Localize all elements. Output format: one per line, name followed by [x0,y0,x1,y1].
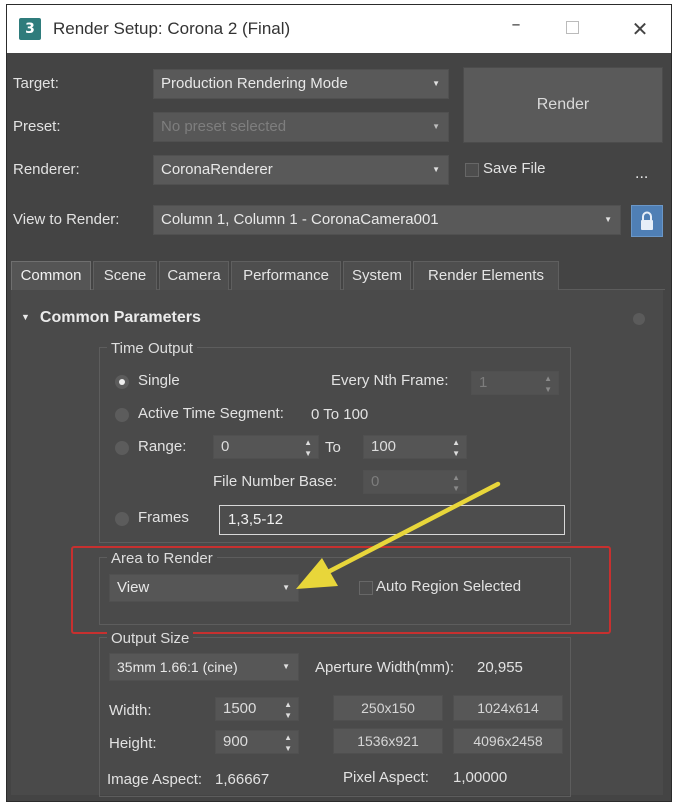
file-number-base-spinner[interactable]: 0 ▲ ▼ [363,470,467,494]
active-time-segment-label: Active Time Segment: [138,405,284,422]
chevron-down-icon: ▼ [282,662,290,671]
renderer-value: CoronaRenderer [161,161,273,178]
active-time-segment-radio[interactable] [115,408,129,422]
rollout-handle-icon [633,313,645,325]
range-end-value: 100 [371,438,397,455]
time-output-title: Time Output [107,340,197,357]
chevron-down-icon: ▼ [432,122,440,131]
file-number-base-value: 0 [371,473,380,490]
single-label: Single [138,372,180,389]
area-to-render-highlight-box [71,546,611,634]
width-value: 1500 [223,700,257,717]
frames-radio[interactable] [115,512,129,526]
spinner-arrows-icon: ▲ ▼ [284,700,292,720]
maximize-icon [565,21,579,34]
height-value: 900 [223,733,249,750]
chevron-down-icon: ▼ [432,79,440,88]
preset-label: Preset: [13,118,61,135]
render-button[interactable]: Render [463,67,663,143]
renderer-label: Renderer: [13,161,80,178]
tab-performance[interactable]: Performance [231,261,341,290]
spinner-arrows-icon: ▲ ▼ [284,733,292,753]
view-to-render-value: Column 1, Column 1 - CoronaCamera001 [161,211,439,228]
maximize-button[interactable] [559,17,585,41]
window-title: Render Setup: Corona 2 (Final) [53,19,291,38]
render-setup-window: 3 Render Setup: Corona 2 (Final) – ✕ Tar… [6,4,672,802]
target-dropdown[interactable]: Production Rendering Mode ▼ [153,69,449,99]
range-radio[interactable] [115,441,129,455]
tab-render-elements[interactable]: Render Elements [413,261,559,290]
save-file-browse-button[interactable]: ... [635,165,648,183]
range-end-spinner[interactable]: 100 ▲ ▼ [363,435,467,459]
lock-view-button[interactable] [631,205,663,237]
height-spinner[interactable]: 900 ▲ ▼ [215,730,299,754]
spinner-arrows-icon: ▲ ▼ [304,438,312,458]
spinner-arrows-icon: ▲ ▼ [544,374,552,394]
close-button[interactable]: ✕ [627,17,653,41]
save-file-checkbox[interactable] [465,163,479,177]
minimize-button[interactable]: – [503,13,529,37]
view-to-render-dropdown[interactable]: Column 1, Column 1 - CoronaCamera001 ▼ [153,205,621,235]
spinner-arrows-icon: ▲ ▼ [452,473,460,493]
range-start-value: 0 [221,438,230,455]
aperture-width-label: Aperture Width(mm): [315,659,455,676]
pixel-aspect-value: 1,00000 [453,769,508,786]
lock-icon [641,211,653,230]
triangle-down-icon: ▼ [21,312,30,322]
width-label: Width: [109,702,152,719]
single-radio[interactable] [115,375,129,389]
preset-size-250x150-button[interactable]: 250x150 [333,695,443,721]
tab-common[interactable]: Common [11,261,91,291]
3dsmax-app-icon: 3 [19,18,41,40]
every-nth-frame-label: Every Nth Frame: [331,372,449,389]
preset-dropdown[interactable]: No preset selected ▼ [153,112,449,142]
preset-size-1536x921-button[interactable]: 1536x921 [333,728,443,754]
output-size-title: Output Size [107,630,194,647]
range-start-spinner[interactable]: 0 ▲ ▼ [213,435,319,459]
rollout-title: Common Parameters [39,309,201,326]
chevron-down-icon: ▼ [604,215,612,224]
image-aspect-label: Image Aspect: [107,771,203,788]
frames-label: Frames [138,509,189,526]
range-label: Range: [138,438,187,455]
image-aspect-value: 1,66667 [215,771,270,788]
every-nth-frame-spinner[interactable]: 1 ▲ ▼ [471,371,559,395]
target-label: Target: [13,75,59,92]
every-nth-frame-value: 1 [479,374,488,391]
spinner-arrows-icon: ▲ ▼ [452,438,460,458]
height-label: Height: [109,735,157,752]
output-size-preset-dropdown[interactable]: 35mm 1.66:1 (cine) ▼ [109,653,299,681]
range-to-label: To [325,439,341,456]
output-size-preset-value: 35mm 1.66:1 (cine) [117,659,238,675]
tab-scene[interactable]: Scene [93,261,157,290]
view-to-render-label: View to Render: [13,211,120,228]
width-spinner[interactable]: 1500 ▲ ▼ [215,697,299,721]
title-bar: 3 Render Setup: Corona 2 (Final) – ✕ [7,5,671,53]
target-value: Production Rendering Mode [161,75,348,92]
aperture-width-value: 20,955 [477,659,523,676]
preset-size-1024x614-button[interactable]: 1024x614 [453,695,563,721]
preset-size-4096x2458-button[interactable]: 4096x2458 [453,728,563,754]
frames-input[interactable]: 1,3,5-12 [219,505,565,535]
save-file-label: Save File [483,160,546,177]
preset-value: No preset selected [161,118,287,135]
renderer-dropdown[interactable]: CoronaRenderer ▼ [153,155,449,185]
common-parameters-rollout-header[interactable]: ▼ Common Parameters [21,309,201,327]
file-number-base-label: File Number Base: [213,473,338,490]
tab-system[interactable]: System [343,261,411,290]
active-time-segment-value: 0 To 100 [311,406,369,423]
chevron-down-icon: ▼ [432,165,440,174]
pixel-aspect-label: Pixel Aspect: [343,769,429,786]
tab-camera[interactable]: Camera [159,261,229,290]
